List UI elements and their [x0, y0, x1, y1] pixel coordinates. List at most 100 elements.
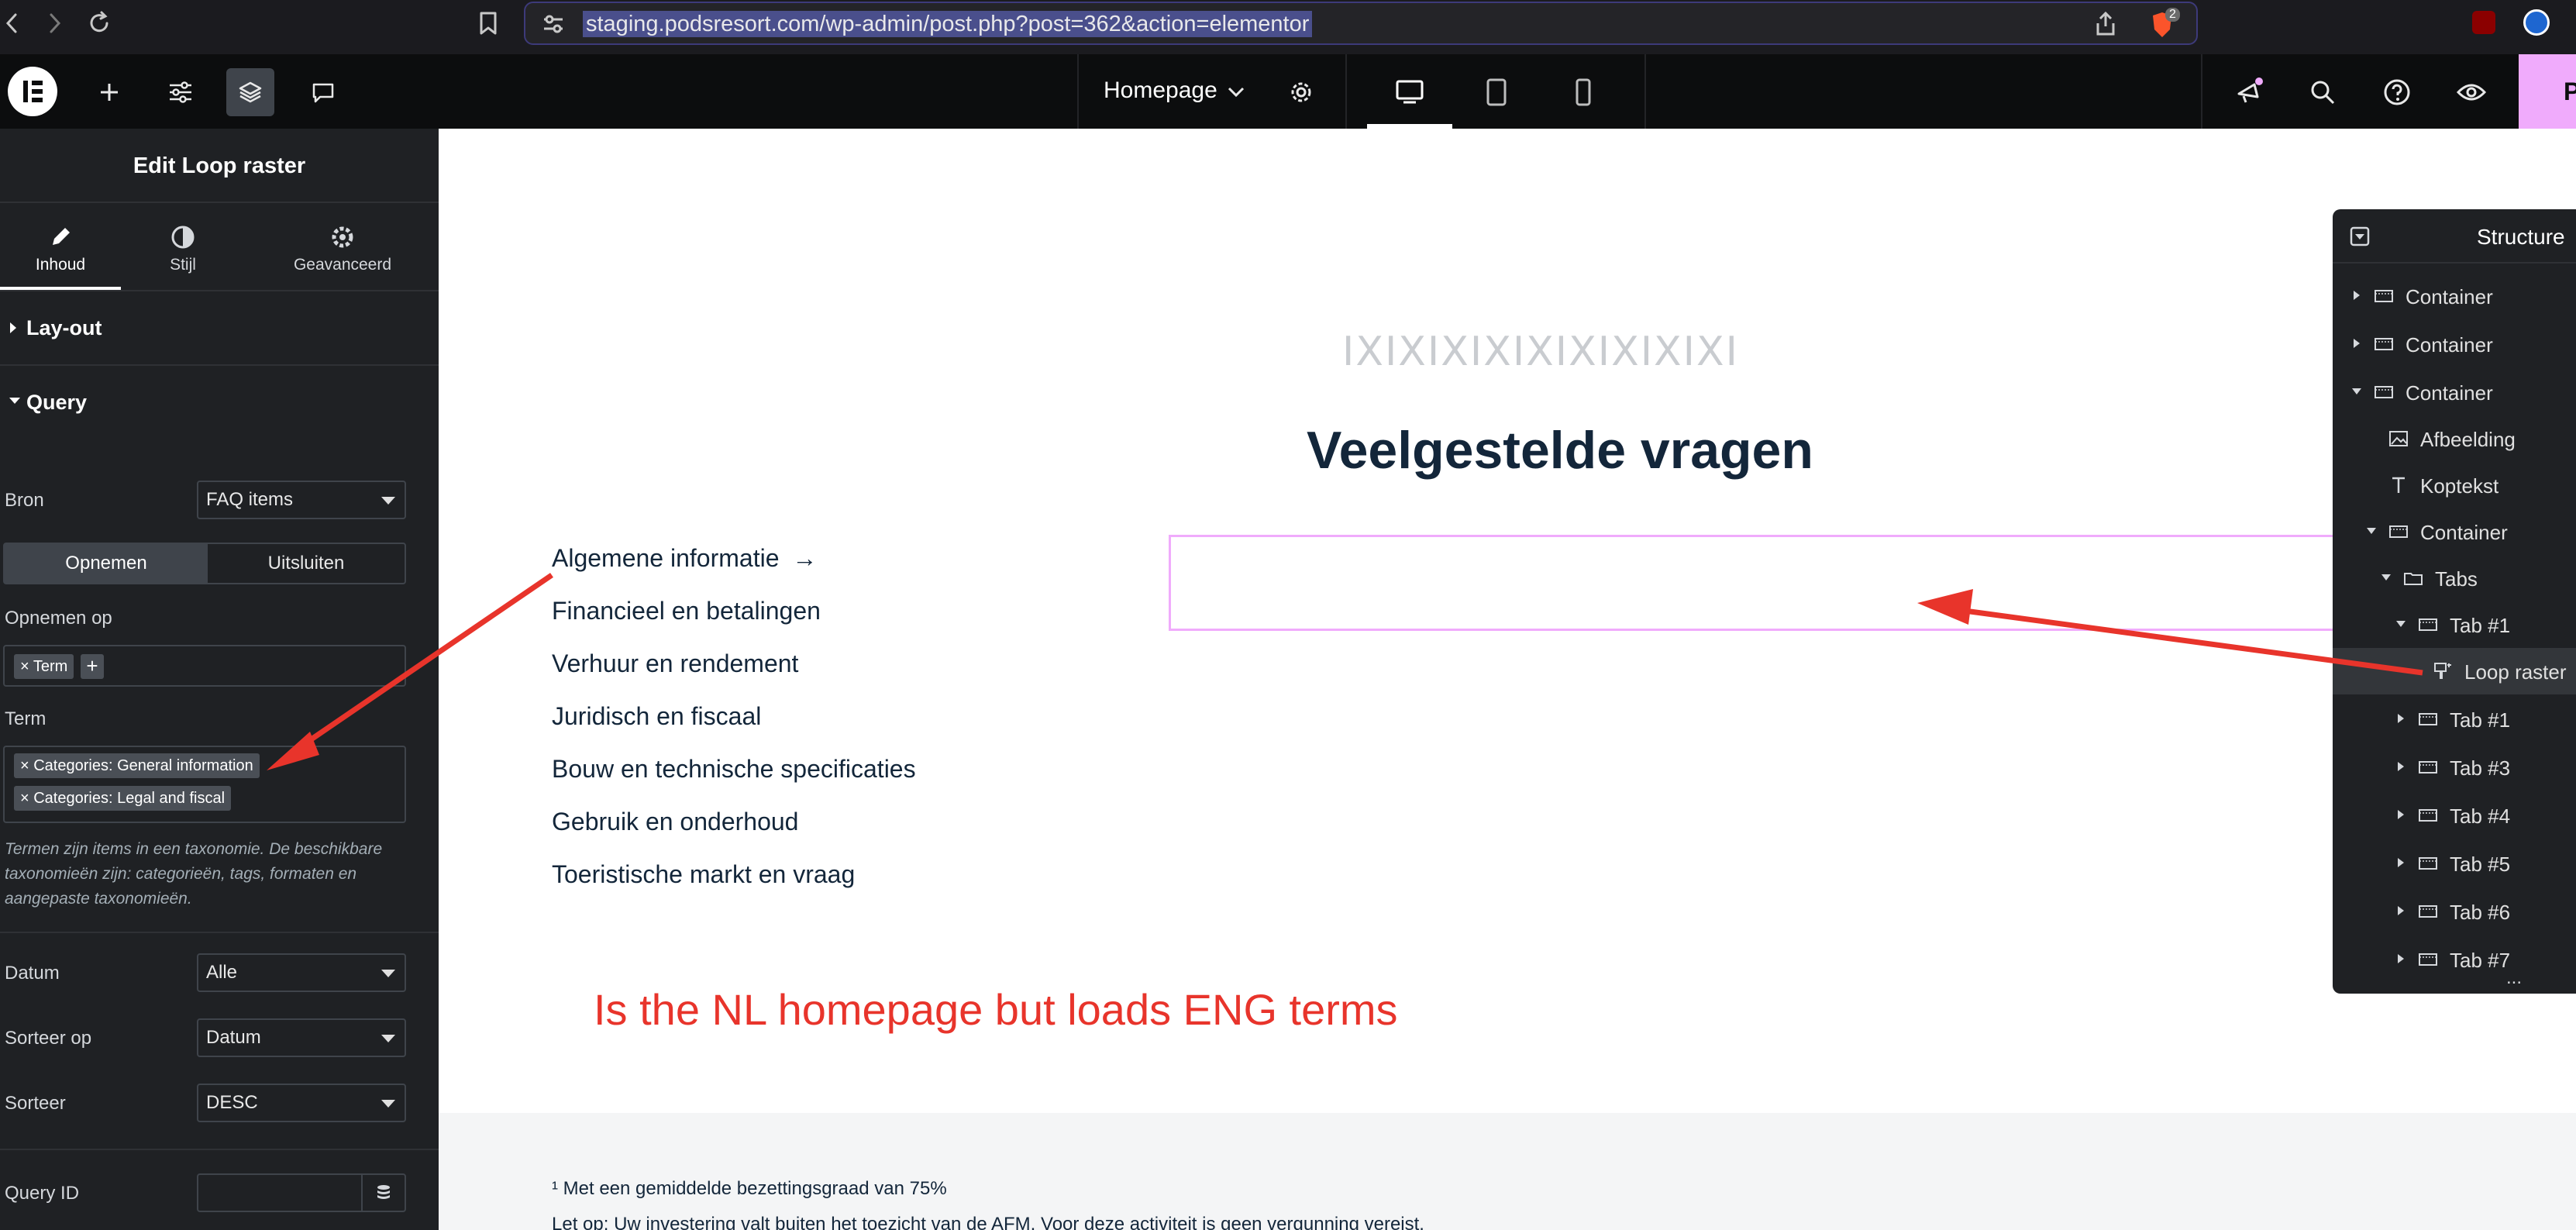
include-tab[interactable]: Opnemen — [5, 544, 208, 583]
loop-grid-icon — [2434, 663, 2451, 679]
include-exclude-switch[interactable]: Opnemen Uitsluiten — [3, 543, 406, 584]
collapse-navigator-icon[interactable] — [2350, 226, 2370, 246]
datum-select[interactable]: Alle — [197, 953, 406, 992]
faq-category[interactable]: Juridisch en fiscaal — [552, 702, 761, 731]
caret-right-icon — [2398, 858, 2404, 867]
structure-row-label: Tab #6 — [2450, 901, 2511, 924]
structure-row-label: Tabs — [2435, 567, 2478, 591]
faq-category[interactable]: Financieel en betalingen — [552, 597, 821, 625]
structure-row[interactable]: Tab #1 — [2333, 696, 2576, 742]
caret-right-icon — [2354, 291, 2360, 300]
arrow-right-icon: → — [792, 544, 818, 572]
faq-category[interactable]: Gebruik en onderhoud — [552, 808, 798, 836]
tab-advanced[interactable]: Geavanceerd — [271, 205, 414, 290]
caret-down-icon — [9, 398, 20, 404]
footnote-disclaimer: Let op: Uw investering valt buiten het t… — [552, 1214, 1424, 1230]
term-label: Term — [5, 708, 46, 729]
divider — [0, 1149, 439, 1150]
term-field[interactable]: × Categories: General information × Cate… — [3, 746, 406, 823]
structure-row[interactable]: Koptekst — [2333, 462, 2576, 508]
chevron-down-icon[interactable] — [1228, 87, 1245, 98]
structure-row[interactable]: Container — [2333, 321, 2576, 367]
comments-icon[interactable] — [299, 68, 347, 116]
decorative-pattern: IXIXIXIXIXIXIXIXIXI — [1342, 329, 1739, 375]
structure-row[interactable]: Tabs — [2333, 555, 2576, 601]
structure-row-label: Koptekst — [2420, 474, 2499, 498]
site-settings-sliders-icon[interactable] — [157, 68, 205, 116]
reload-icon[interactable] — [82, 6, 116, 40]
tab-style[interactable]: Stijl — [121, 205, 245, 290]
section-layout[interactable]: Lay-out — [0, 290, 439, 363]
faq-category[interactable]: Toeristische markt en vraag — [552, 860, 855, 889]
footer-section — [439, 1113, 2576, 1230]
faq-category-active[interactable]: Algemene informatie → — [552, 544, 817, 573]
back-icon[interactable] — [0, 6, 29, 40]
tab-label: Inhoud — [35, 256, 86, 274]
structure-row[interactable]: Container — [2333, 508, 2576, 555]
tab-label: Geavanceerd — [293, 256, 392, 274]
structure-row[interactable]: Tab #1 — [2333, 601, 2576, 648]
dropdown-arrow-icon — [381, 970, 395, 977]
structure-row[interactable]: Loop raster — [2333, 648, 2576, 694]
site-settings-icon[interactable] — [541, 12, 566, 36]
include-by-label: Opnemen op — [5, 608, 112, 629]
add-chip-button[interactable]: + — [81, 654, 104, 679]
structure-row-label: Tab #1 — [2450, 614, 2511, 637]
mobile-view-icon[interactable] — [1559, 68, 1607, 116]
bookmark-icon[interactable] — [471, 6, 505, 40]
structure-row-label: Loop raster — [2464, 660, 2567, 684]
sort-by-select[interactable]: Datum — [197, 1018, 406, 1057]
desktop-view-icon[interactable] — [1386, 68, 1434, 116]
structure-row[interactable]: Tab #3 — [2333, 744, 2576, 791]
faq-heading[interactable]: Veelgestelde vragen — [1307, 420, 1813, 481]
add-element-icon[interactable] — [85, 68, 133, 116]
preview-eye-icon[interactable] — [2447, 68, 2495, 116]
container-icon — [2419, 905, 2437, 918]
structure-row-label: Container — [2406, 285, 2493, 308]
order-select[interactable]: DESC — [197, 1084, 406, 1122]
tablet-view-icon[interactable] — [1472, 68, 1520, 116]
publish-button[interactable]: P — [2519, 54, 2576, 129]
faq-category[interactable]: Bouw en technische specificaties — [552, 755, 916, 784]
footnote: ¹ Met een gemiddelde bezettingsgraad van… — [552, 1178, 947, 1199]
tab-content[interactable]: Inhoud — [0, 205, 121, 290]
dynamic-tags-database-icon[interactable] — [361, 1173, 406, 1212]
term-chip[interactable]: × Categories: Legal and fiscal — [14, 786, 232, 811]
structure-row[interactable]: Tab #5 — [2333, 840, 2576, 887]
structure-row[interactable]: Tab #6 — [2333, 888, 2576, 935]
term-chip[interactable]: × Categories: General information — [14, 753, 260, 778]
help-icon[interactable] — [2373, 68, 2421, 116]
brave-shield-icon[interactable]: 2 — [2148, 8, 2180, 39]
term-chip[interactable]: × Term — [14, 654, 74, 679]
exclude-tab[interactable]: Uitsluiten — [208, 544, 405, 583]
query-id-input[interactable] — [197, 1173, 363, 1212]
forward-icon[interactable] — [37, 6, 71, 40]
structure-layers-icon[interactable] — [226, 68, 274, 116]
structure-row[interactable]: Container — [2333, 273, 2576, 319]
structure-row[interactable]: Tab #7 — [2333, 936, 2576, 983]
structure-row-label: Tab #4 — [2450, 804, 2511, 828]
caret-down-icon — [2352, 388, 2361, 394]
bron-select[interactable]: FAQ items — [197, 481, 406, 519]
url-text[interactable]: staging.podsresort.com/wp-admin/post.php… — [583, 11, 1313, 37]
elementor-logo-icon[interactable] — [8, 67, 57, 116]
faq-category[interactable]: Verhuur en rendement — [552, 649, 798, 678]
document-title[interactable]: Homepage — [1104, 78, 1217, 104]
include-by-field[interactable]: × Term + — [3, 645, 406, 687]
editor-panel: Edit Loop raster Inhoud Stijl Geavanceer… — [0, 129, 439, 1230]
structure-row[interactable]: Tab #4 — [2333, 792, 2576, 839]
annotation-note: Is the NL homepage but loads ENG terms — [594, 985, 1398, 1034]
share-icon[interactable] — [2094, 11, 2117, 37]
page-settings-gear-icon[interactable] — [1277, 68, 1325, 116]
caret-right-icon — [2354, 339, 2360, 348]
ublock-icon[interactable] — [2472, 11, 2495, 34]
address-bar[interactable]: staging.podsresort.com/wp-admin/post.php… — [524, 2, 2198, 45]
separator — [1077, 54, 1079, 129]
whats-new-megaphone-icon[interactable] — [2226, 68, 2274, 116]
password-manager-icon[interactable] — [2523, 9, 2550, 36]
structure-row-label: Tab #1 — [2450, 708, 2511, 732]
structure-row[interactable]: Container — [2333, 369, 2576, 415]
search-icon[interactable] — [2299, 68, 2347, 116]
section-query[interactable]: Query — [0, 364, 439, 437]
structure-row[interactable]: Afbeelding — [2333, 415, 2576, 462]
